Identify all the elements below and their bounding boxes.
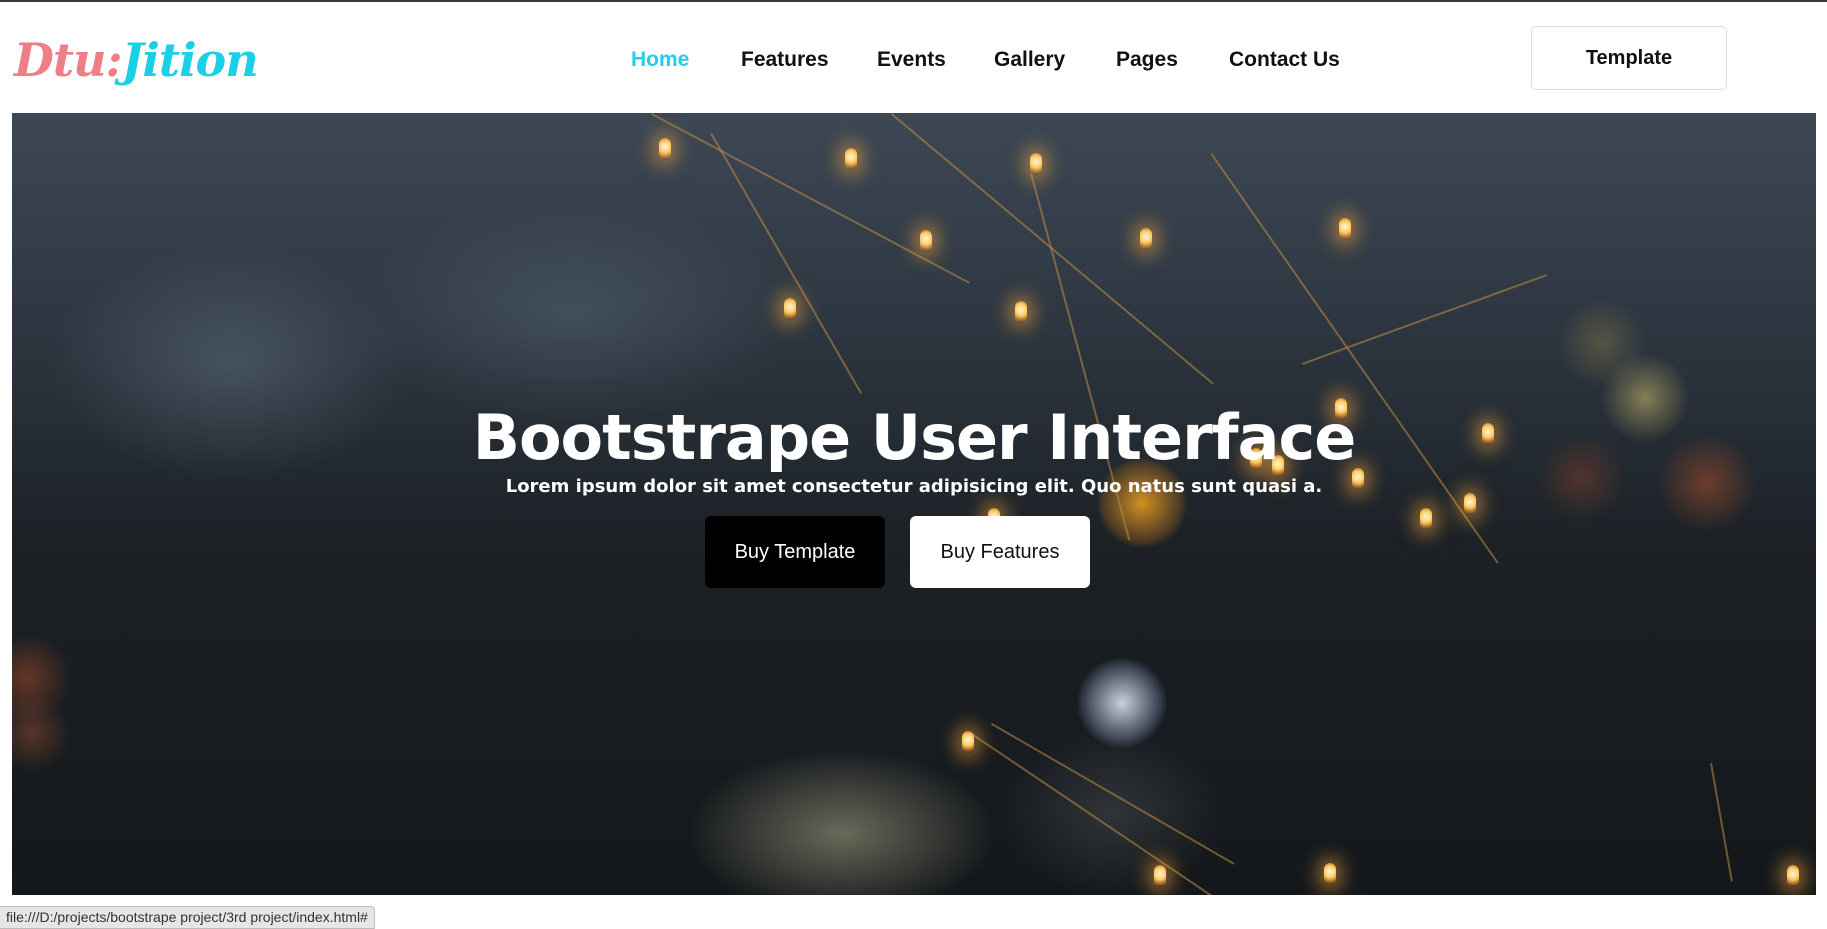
nav-item-contact-us[interactable]: Contact Us	[1229, 42, 1340, 78]
nav-item-events[interactable]: Events	[877, 42, 946, 78]
logo-text-part2: Jition	[121, 33, 259, 87]
nav-item-features[interactable]: Features	[741, 42, 829, 78]
logo-text-part1: Dtu:	[14, 33, 123, 87]
navbar: Dtu:Jition Home Features Events Gallery …	[0, 2, 1827, 112]
buy-template-button[interactable]: Buy Template	[705, 516, 885, 588]
hero-banner: Bootstrape User Interface Lorem ipsum do…	[12, 113, 1816, 895]
hero-subtitle: Lorem ipsum dolor sit amet consectetur a…	[505, 476, 1323, 497]
template-button[interactable]: Template	[1531, 26, 1727, 90]
hero-title: Bootstrape User Interface	[472, 400, 1357, 474]
nav-item-pages[interactable]: Pages	[1116, 42, 1178, 78]
nav-item-gallery[interactable]: Gallery	[994, 42, 1065, 78]
brand-logo[interactable]: Dtu:Jition	[14, 30, 259, 90]
buy-features-button[interactable]: Buy Features	[910, 516, 1090, 588]
browser-status-url: file:///D:/projects/bootstrape project/3…	[0, 906, 375, 929]
nav-item-home[interactable]: Home	[631, 42, 689, 78]
